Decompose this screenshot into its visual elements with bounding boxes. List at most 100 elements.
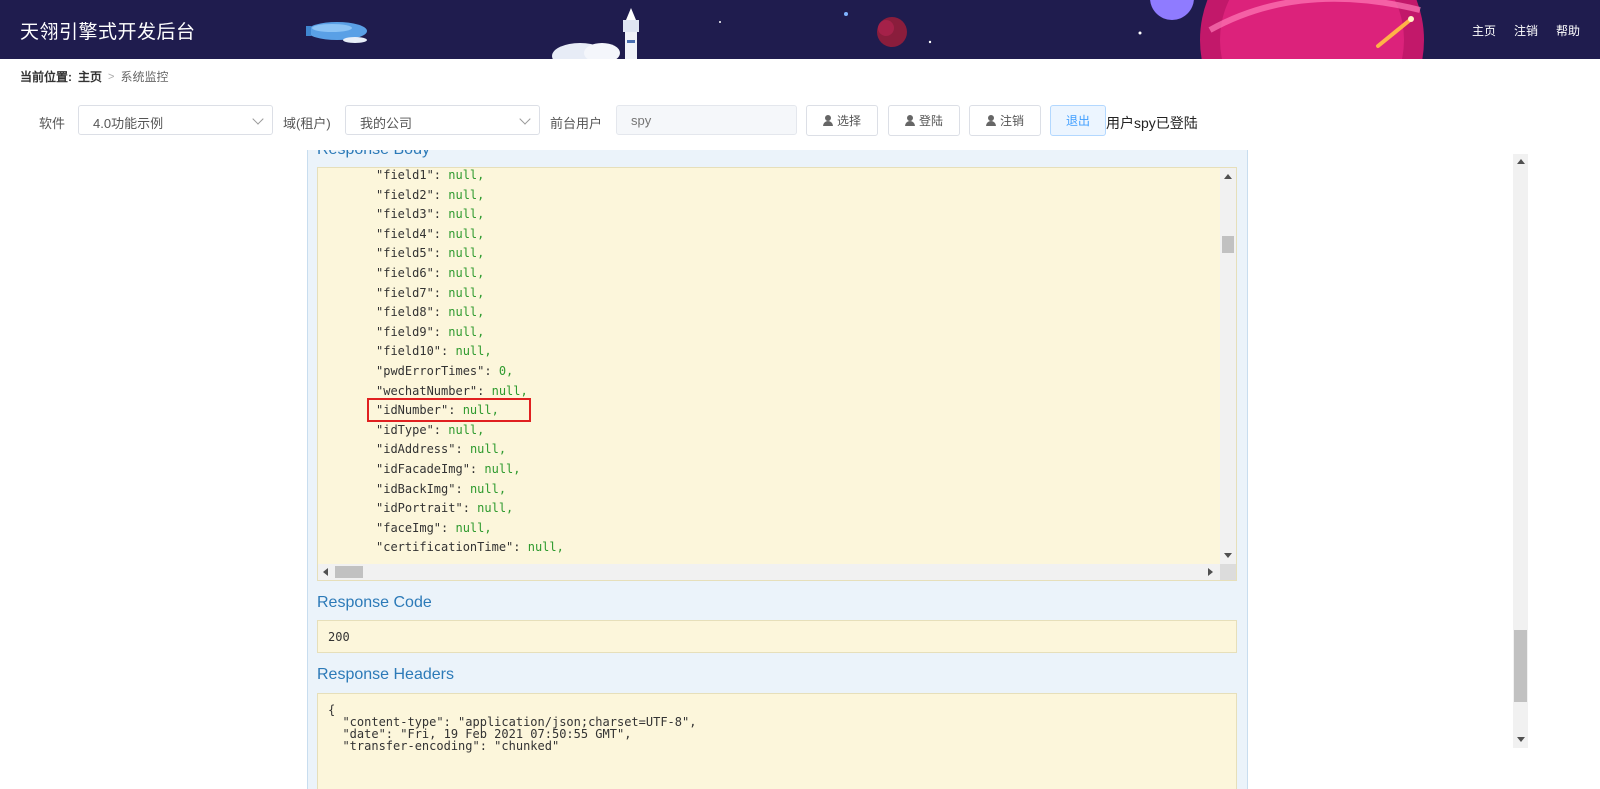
user-icon: [822, 115, 833, 126]
logout-button[interactable]: 注销: [969, 105, 1041, 136]
response-code-value: 200: [328, 630, 350, 644]
scroll-left-arrow-icon[interactable]: [323, 568, 328, 576]
frontend-user-input[interactable]: [616, 105, 797, 135]
software-label: 软件: [39, 116, 66, 131]
nav-home-link[interactable]: 主页: [1472, 22, 1496, 39]
json-separator: :: [441, 344, 456, 359]
json-key: "idType": [376, 422, 434, 437]
json-key: "field2": [376, 187, 434, 202]
json-line: "certificationTime": null,: [376, 540, 564, 554]
json-separator: :: [433, 285, 449, 300]
json-line: "field5": null,: [376, 246, 484, 260]
nav-logout-link[interactable]: 注销: [1514, 22, 1538, 39]
select-user-button[interactable]: 选择: [806, 105, 878, 136]
json-line: "idPortrait": null,: [376, 501, 513, 515]
json-key: "field4": [376, 226, 434, 241]
json-line: "field4": null,: [376, 227, 484, 241]
json-value: null,: [448, 246, 485, 261]
json-line: "field9": null,: [376, 325, 484, 339]
response-body-vertical-scrollbar[interactable]: [1220, 168, 1236, 566]
json-key: "field3": [376, 207, 434, 222]
json-value: null,: [448, 305, 485, 320]
json-key: "field9": [376, 324, 434, 339]
json-value: null,: [455, 520, 492, 535]
chevron-down-icon: [252, 113, 264, 125]
user-icon: [985, 115, 996, 126]
app-header: 天翎引擎式开发后台 主页 注销 帮助: [0, 0, 1600, 59]
json-separator: :: [433, 207, 449, 222]
json-key: "idAddress": [376, 442, 456, 457]
json-key: "field5": [376, 246, 434, 261]
json-line: "pwdErrorTimes": 0,: [376, 364, 513, 378]
scrollbar-corner: [1220, 564, 1236, 580]
json-key: "field1": [376, 168, 434, 182]
domain-select[interactable]: 我的公司: [345, 105, 540, 135]
json-line: "idType": null,: [376, 423, 484, 437]
json-value: null,: [448, 187, 485, 202]
json-value: null,: [469, 481, 507, 496]
login-status-text: 用户spy已登陆: [1106, 115, 1198, 131]
user-icon: [904, 115, 915, 126]
json-key: "certificationTime": [376, 540, 514, 555]
select-user-button-label: 选择: [836, 114, 861, 128]
json-line: "field10": null,: [376, 344, 492, 358]
response-body-code[interactable]: "field1": null, "field2": null, "field3": …: [317, 167, 1237, 581]
json-separator: :: [433, 305, 449, 320]
blimp-icon: [306, 22, 367, 43]
login-button[interactable]: 登陆: [888, 105, 960, 136]
json-line: "field1": null,: [376, 168, 484, 182]
json-separator: :: [433, 422, 449, 437]
json-separator: :: [433, 226, 449, 241]
nav-help-link[interactable]: 帮助: [1556, 22, 1580, 39]
json-key: "idPortrait": [376, 501, 463, 516]
page-scroll-thumb[interactable]: [1514, 630, 1527, 702]
json-line: "field6": null,: [376, 266, 484, 280]
breadcrumb: 当前位置: 主页 > 系统监控: [20, 68, 168, 85]
breadcrumb-home-link[interactable]: 主页: [78, 68, 102, 85]
scroll-up-arrow-icon[interactable]: [1224, 174, 1232, 179]
json-value: null,: [448, 168, 485, 182]
chevron-down-icon: [519, 113, 531, 125]
scroll-up-arrow-icon[interactable]: [1517, 159, 1525, 164]
json-line: "idAddress": null,: [376, 442, 506, 456]
json-key: "field6": [376, 266, 434, 280]
json-separator: :: [484, 364, 499, 378]
login-button-label: 登陆: [918, 114, 943, 128]
json-separator: :: [433, 324, 449, 339]
response-code-box: 200: [317, 620, 1237, 653]
logout-button-label: 注销: [999, 114, 1024, 128]
horizontal-scroll-thumb[interactable]: [335, 566, 363, 578]
json-value: null,: [448, 285, 485, 300]
json-value: null,: [469, 442, 507, 457]
json-value: null,: [527, 540, 564, 555]
page-vertical-scrollbar[interactable]: [1513, 154, 1528, 748]
json-key: "pwdErrorTimes": [376, 364, 485, 378]
software-select[interactable]: 4.0功能示例: [78, 105, 273, 135]
response-headers-code[interactable]: { "content-type": "application/json;char…: [317, 693, 1237, 789]
vertical-scroll-thumb[interactable]: [1222, 236, 1234, 253]
json-separator: :: [477, 383, 492, 398]
json-separator: :: [433, 266, 449, 280]
headers-line: "transfer-encoding": "chunked": [328, 739, 560, 753]
json-line: "wechatNumber": null,: [376, 384, 528, 398]
exit-button[interactable]: 退出: [1050, 105, 1106, 136]
json-value: 0,: [498, 364, 514, 378]
json-key: "field8": [376, 305, 434, 320]
header-nav: 主页 注销 帮助: [1472, 22, 1580, 39]
header-space-illustration: [306, 0, 1424, 59]
json-line: "field7": null,: [376, 286, 484, 300]
exit-button-label: 退出: [1065, 114, 1090, 128]
json-key: "field7": [376, 285, 434, 300]
json-line: "faceImg": null,: [376, 521, 492, 535]
scroll-right-arrow-icon[interactable]: [1208, 568, 1213, 576]
scroll-down-arrow-icon[interactable]: [1517, 737, 1525, 742]
json-value: null,: [448, 266, 485, 280]
domain-select-value: 我的公司: [360, 116, 413, 131]
response-body-horizontal-scrollbar[interactable]: [318, 564, 1222, 580]
json-key: "idBackImg": [376, 481, 456, 496]
scroll-down-arrow-icon[interactable]: [1224, 553, 1232, 558]
json-value: null,: [448, 207, 485, 222]
lighthouse-icon: [552, 8, 639, 59]
json-value: null,: [455, 344, 492, 359]
json-separator: :: [462, 501, 478, 516]
